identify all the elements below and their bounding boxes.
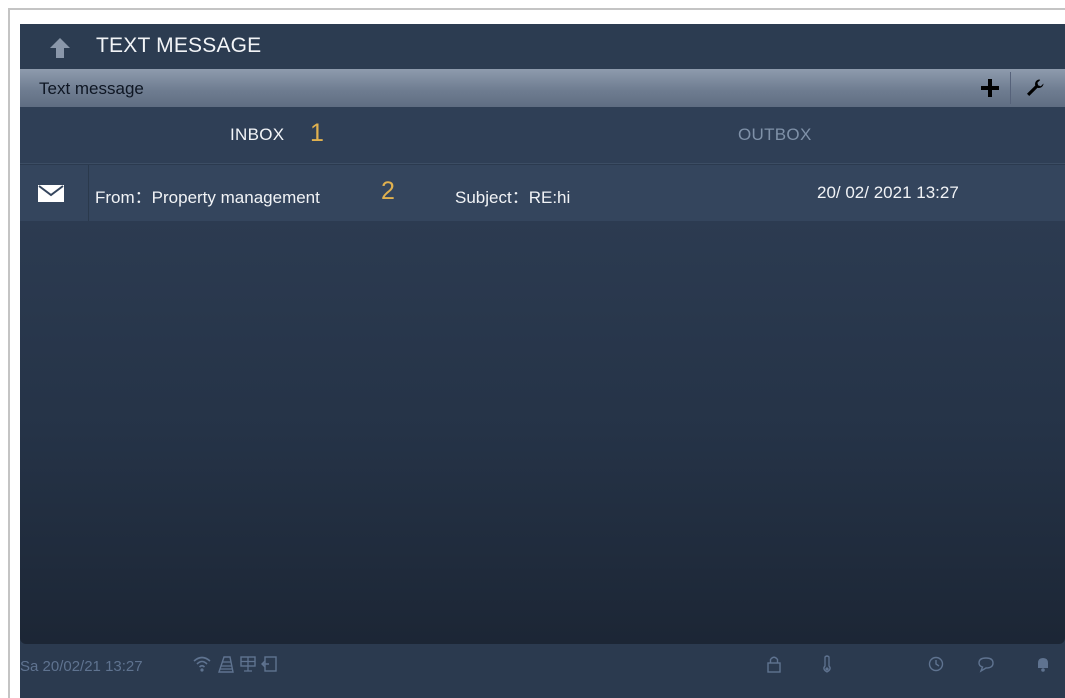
- tab-outbox[interactable]: OUTBOX: [542, 107, 1064, 163]
- tab-outbox-label: OUTBOX: [738, 125, 812, 144]
- page-title: TEXT MESSAGE: [96, 34, 262, 57]
- message-list-area: [20, 221, 1065, 644]
- wifi-icon: [193, 656, 211, 672]
- message-icon-cell: [20, 165, 89, 221]
- door-icon: [261, 656, 277, 672]
- status-bar: Sa 20/02/21 13:27: [20, 644, 1065, 698]
- thermometer-icon[interactable]: [817, 654, 837, 674]
- app-screen: TEXT MESSAGE Text message INBOX 1 OUTBOX: [20, 24, 1065, 698]
- message-sender: From：Property management: [95, 188, 320, 207]
- tab-inbox[interactable]: INBOX 1: [20, 107, 542, 163]
- callout-number: 1: [310, 119, 324, 147]
- message-subject: Subject：RE:hi: [455, 188, 571, 207]
- settings-button[interactable]: [1015, 72, 1055, 104]
- status-datetime: Sa 20/02/21 13:27: [20, 658, 143, 675]
- envelope-icon: [38, 185, 64, 202]
- chat-icon[interactable]: [976, 654, 996, 674]
- building-icon: [218, 656, 234, 673]
- back-arrow-icon[interactable]: [48, 37, 72, 59]
- monitor-icon: [240, 656, 256, 672]
- callout-number: 2: [381, 177, 395, 205]
- lock-icon[interactable]: [764, 654, 784, 674]
- history-icon[interactable]: [926, 654, 946, 674]
- tab-inbox-label: INBOX: [230, 125, 285, 144]
- sub-header-bar: Text message: [20, 69, 1065, 107]
- wrench-icon: [1027, 79, 1044, 96]
- bell-icon[interactable]: [1033, 654, 1053, 674]
- message-datetime: 20/ 02/ 2021 13:27: [817, 183, 959, 202]
- title-bar: TEXT MESSAGE: [20, 24, 1065, 69]
- plus-icon: [981, 79, 999, 97]
- message-row[interactable]: From：Property management 2 Subject：RE:hi…: [20, 165, 1065, 221]
- new-message-button[interactable]: [970, 72, 1011, 104]
- message-tabs: INBOX 1 OUTBOX: [20, 107, 1065, 164]
- section-title: Text message: [39, 79, 144, 98]
